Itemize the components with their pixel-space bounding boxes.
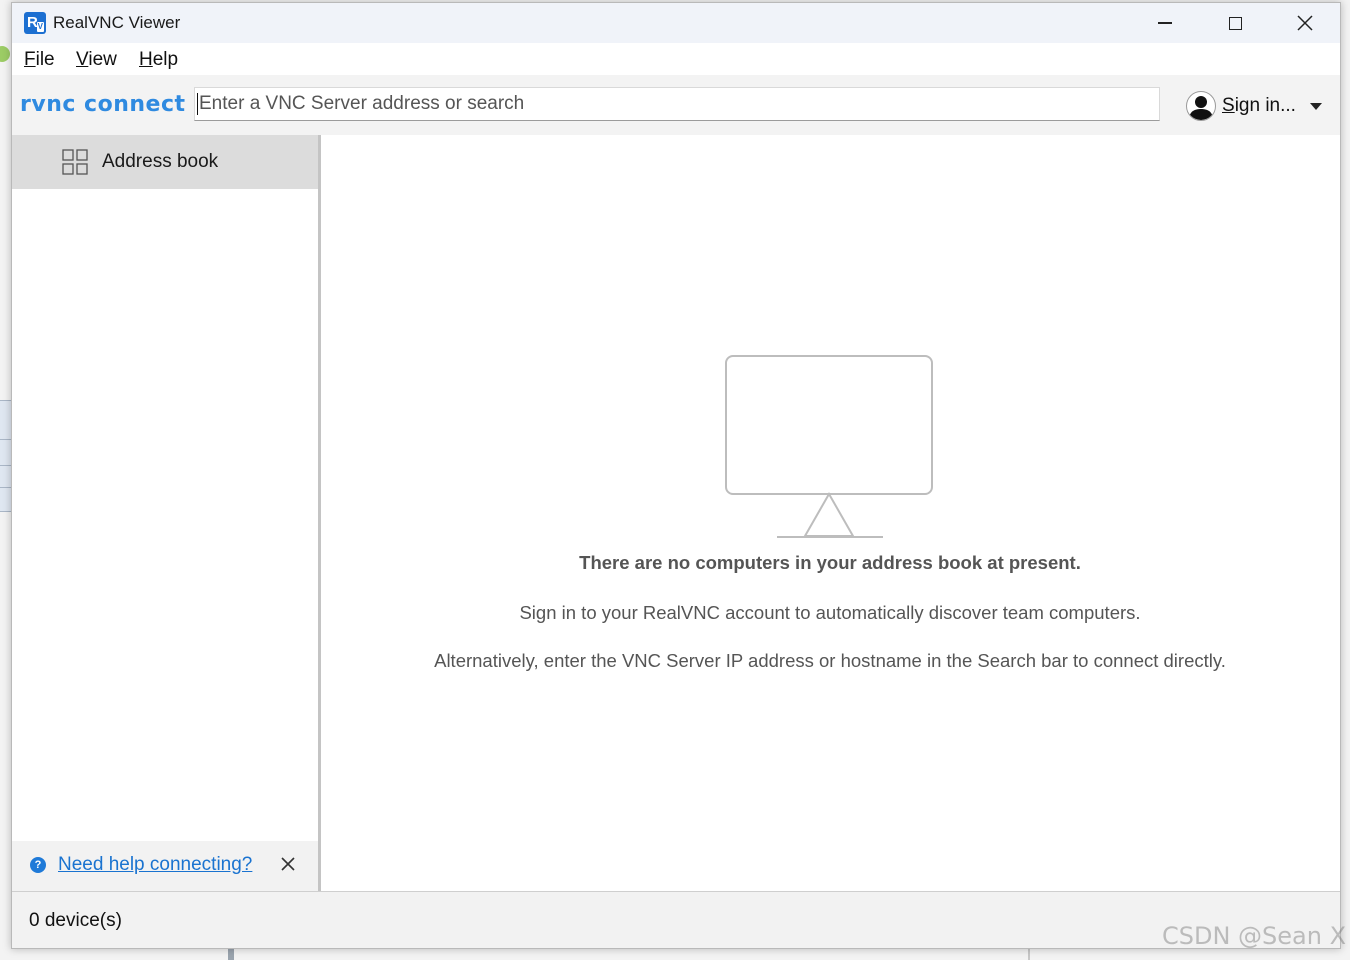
sign-in-button[interactable]: Sign in...	[1184, 89, 1334, 123]
menu-view-label: iew	[88, 49, 117, 70]
watermark: CSDN @Sean X	[1162, 922, 1347, 950]
rvnc-connect-logo: RVNC CONNECT	[20, 92, 186, 117]
menu-bar: File View Help	[12, 43, 1340, 75]
minimize-icon	[1158, 22, 1172, 24]
chevron-down-icon[interactable]	[1310, 103, 1322, 110]
toolbar: RVNC CONNECT Sign in...	[12, 75, 1340, 136]
sidebar: Address book ? Need help connecting?	[12, 135, 321, 891]
device-count: 0 device(s)	[29, 910, 122, 931]
monitor-icon	[725, 355, 933, 538]
background-window-edge	[228, 948, 234, 960]
realvnc-viewer-window: RV RealVNC Viewer File View Help RVNC CO…	[11, 2, 1341, 949]
status-bar: 0 device(s)	[12, 891, 1340, 948]
window-title: RealVNC Viewer	[53, 13, 181, 32]
search-box[interactable]	[194, 87, 1160, 121]
grid-icon	[62, 149, 88, 175]
help-banner: ? Need help connecting?	[12, 841, 318, 891]
menu-help[interactable]: Help	[139, 49, 178, 71]
server-address-search-input[interactable]	[195, 88, 1159, 120]
user-silhouette-icon	[1189, 96, 1213, 120]
main-panel: There are no computers in your address b…	[321, 135, 1340, 891]
empty-state-line-1: Sign in to your RealVNC account to autom…	[519, 602, 1141, 623]
minimize-button[interactable]	[1130, 3, 1200, 43]
sidebar-item-label: Address book	[102, 151, 219, 172]
menu-help-label: elp	[152, 49, 179, 70]
empty-state-title: There are no computers in your address b…	[579, 552, 1081, 573]
maximize-button[interactable]	[1200, 3, 1270, 43]
sign-in-mnemonic: S	[1222, 95, 1235, 116]
question-icon: ?	[30, 857, 46, 873]
realvnc-app-icon: RV	[24, 12, 46, 34]
menu-view-mnemonic: V	[76, 49, 89, 70]
title-bar[interactable]: RV RealVNC Viewer	[12, 3, 1340, 43]
menu-file-mnemonic: F	[24, 49, 36, 70]
menu-file[interactable]: File	[24, 49, 55, 71]
sign-in-label: Sign in...	[1222, 95, 1296, 117]
menu-file-label: ile	[35, 49, 55, 70]
menu-view[interactable]: View	[76, 49, 117, 71]
close-icon	[1297, 15, 1313, 31]
desktop-app-icon	[0, 46, 10, 62]
text-cursor	[197, 93, 198, 115]
background-window-edge	[1028, 948, 1030, 960]
sign-in-text: ign in...	[1234, 95, 1296, 116]
close-icon[interactable]	[278, 854, 298, 874]
need-help-link[interactable]: Need help connecting?	[58, 854, 252, 876]
menu-help-mnemonic: H	[139, 49, 153, 70]
maximize-icon	[1228, 16, 1242, 30]
empty-state-line-2: Alternatively, enter the VNC Server IP a…	[434, 650, 1226, 671]
close-button[interactable]	[1270, 3, 1340, 43]
user-avatar-icon	[1186, 91, 1216, 121]
sidebar-item-address-book[interactable]: Address book	[12, 135, 318, 189]
